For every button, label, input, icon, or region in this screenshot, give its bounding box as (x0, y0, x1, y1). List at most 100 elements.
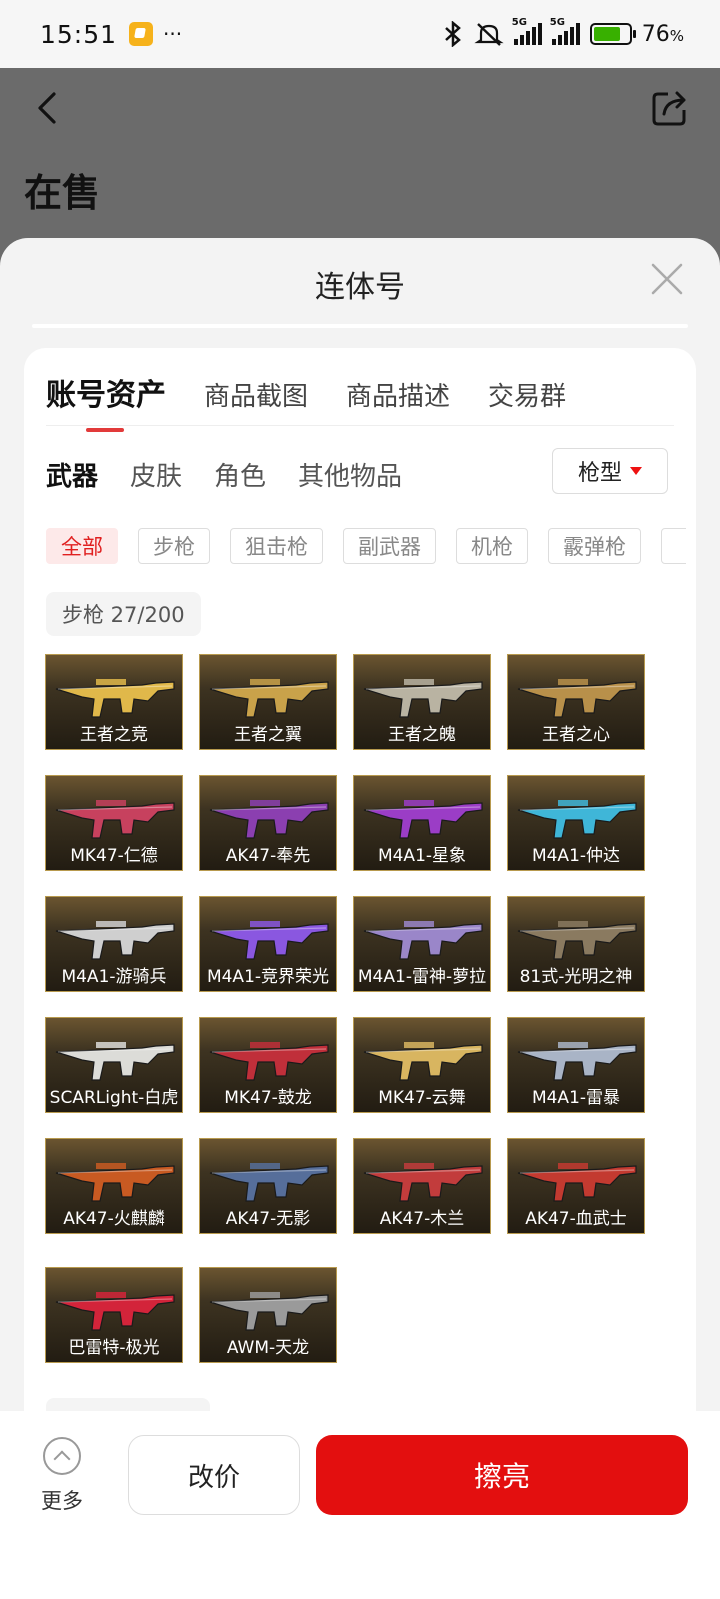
weapon-image (517, 679, 637, 718)
weapon-item[interactable]: AK47-木兰 (353, 1138, 491, 1234)
weapon-item[interactable]: M4A1-游骑兵 (45, 896, 183, 992)
weapon-image (55, 679, 175, 718)
weapon-item[interactable]: MK47-仁德 (45, 775, 183, 871)
battery-icon (589, 23, 636, 45)
gun-type-dropdown[interactable]: 枪型 (552, 448, 668, 494)
reprice-button[interactable]: 改价 (128, 1435, 300, 1515)
status-icons: 5G 5G 76% (442, 17, 684, 47)
assets-card: 账号资产 商品截图 商品描述 交易群 武器 皮肤 角色 其他物品 枪型 全部 步… (24, 348, 696, 1448)
weapon-name: AK47-奉先 (225, 846, 311, 866)
weapon-image (209, 1042, 329, 1081)
weapon-image (363, 1163, 483, 1202)
weapon-image (55, 800, 175, 839)
weapon-image (209, 1292, 329, 1331)
weapon-name: AK47-血武士 (525, 1209, 627, 1229)
chip-rifle[interactable]: 步枪 (138, 528, 210, 564)
weapon-name: 王者之心 (542, 725, 610, 745)
weapon-name: 巴雷特-极光 (68, 1338, 160, 1358)
signal-1-icon: 5G (512, 17, 542, 45)
bottom-action-bar: 更多 改价 擦亮 (0, 1411, 720, 1599)
weapon-image (517, 1042, 637, 1081)
chevron-up-icon (43, 1437, 81, 1475)
page-header: 在售 (0, 68, 720, 243)
more-button[interactable]: 更多 (34, 1437, 90, 1515)
weapon-item[interactable]: AWM-天龙 (199, 1267, 337, 1363)
subtab-characters[interactable]: 角色 (214, 456, 266, 493)
weapon-item[interactable]: M4A1-仲达 (507, 775, 645, 871)
weapon-image (517, 1163, 637, 1202)
weapon-name: M4A1-雷暴 (531, 1088, 621, 1108)
weapon-name: AWM-天龙 (226, 1338, 310, 1358)
close-icon[interactable] (650, 262, 684, 296)
weapon-name: MK47-鼓龙 (224, 1088, 312, 1108)
weapon-image (209, 679, 329, 718)
weapon-name: 81式-光明之神 (519, 967, 633, 987)
weapon-item[interactable]: MK47-鼓龙 (199, 1017, 337, 1113)
chip-machine-gun[interactable]: 机枪 (456, 528, 528, 564)
tab-trade-group[interactable]: 交易群 (488, 364, 566, 413)
weapon-item[interactable]: 王者之竞 (45, 654, 183, 750)
asset-tabs: 账号资产 商品截图 商品描述 交易群 (46, 364, 674, 432)
weapon-item[interactable]: 王者之魄 (353, 654, 491, 750)
weapon-item[interactable]: 巴雷特-极光 (45, 1267, 183, 1363)
weapon-name: M4A1-仲达 (531, 846, 621, 866)
weapon-item[interactable]: M4A1-星象 (353, 775, 491, 871)
weapon-item[interactable]: AK47-火麒麟 (45, 1138, 183, 1234)
weapon-item[interactable]: AK47-无影 (199, 1138, 337, 1234)
weapon-name: 王者之竞 (80, 725, 148, 745)
weapon-name: AK47-无影 (225, 1209, 311, 1229)
chip-sniper[interactable]: 狙击枪 (230, 528, 323, 564)
weapon-name: 王者之魄 (388, 725, 456, 745)
weapon-name: M4A1-星象 (377, 846, 467, 866)
weapon-item[interactable]: M4A1-竞界荣光 (199, 896, 337, 992)
weapon-image (363, 800, 483, 839)
subtab-weapons[interactable]: 武器 (46, 456, 98, 493)
chip-all[interactable]: 全部 (46, 528, 118, 564)
more-notifications-icon: ··· (163, 22, 183, 46)
weapon-image (55, 1163, 175, 1202)
weapon-image (363, 679, 483, 718)
chip-more[interactable] (661, 528, 686, 564)
weapon-name: M4A1-游骑兵 (61, 967, 167, 987)
battery-percent: 76% (641, 21, 684, 47)
weapon-name: AK47-木兰 (379, 1209, 465, 1229)
chip-secondary[interactable]: 副武器 (343, 528, 436, 564)
back-arrow-icon[interactable] (30, 90, 66, 126)
share-icon[interactable] (650, 88, 690, 128)
bluetooth-icon (444, 21, 461, 47)
weapon-item[interactable]: AK47-血武士 (507, 1138, 645, 1234)
weapon-item[interactable]: MK47-云舞 (353, 1017, 491, 1113)
status-bar: 15:51 ··· 5G 5G 76% (0, 0, 720, 68)
sheet-divider (32, 324, 688, 328)
weapon-name: 王者之翼 (234, 725, 302, 745)
weapon-image (363, 1042, 483, 1081)
subtab-skins[interactable]: 皮肤 (130, 456, 182, 493)
weapon-image (209, 1163, 329, 1202)
signal-2-icon: 5G (550, 17, 580, 45)
rifle-count-label: 步枪 27/200 (46, 592, 201, 636)
tab-account-assets[interactable]: 账号资产 (46, 364, 166, 432)
weapon-image (209, 921, 329, 960)
status-time: 15:51 (40, 19, 118, 49)
weapon-name: MK47-仁德 (70, 846, 158, 866)
notification-app-icon (129, 22, 154, 46)
weapon-name: MK47-云舞 (378, 1088, 466, 1108)
weapon-name: M4A1-雷神-萝拉 (357, 967, 487, 987)
chip-shotgun[interactable]: 霰弹枪 (548, 528, 641, 564)
weapon-item[interactable]: SCARLight-白虎 (45, 1017, 183, 1113)
weapon-item[interactable]: M4A1-雷神-萝拉 (353, 896, 491, 992)
weapon-name: AK47-火麒麟 (63, 1209, 165, 1229)
polish-button[interactable]: 擦亮 (316, 1435, 688, 1515)
weapon-item[interactable]: M4A1-雷暴 (507, 1017, 645, 1113)
gun-type-label: 枪型 (577, 461, 622, 486)
weapon-item[interactable]: 王者之翼 (199, 654, 337, 750)
weapon-item[interactable]: AK47-奉先 (199, 775, 337, 871)
weapon-image (363, 921, 483, 960)
tab-screenshots[interactable]: 商品截图 (204, 364, 308, 413)
weapon-item[interactable]: 81式-光明之神 (507, 896, 645, 992)
weapon-item[interactable]: 王者之心 (507, 654, 645, 750)
more-label: 更多 (41, 1489, 83, 1513)
subtab-other-items[interactable]: 其他物品 (298, 456, 402, 493)
account-sheet: 连体号 账号资产 商品截图 商品描述 交易群 武器 皮肤 角色 其他物品 枪型 … (0, 238, 720, 1599)
tab-description[interactable]: 商品描述 (346, 364, 450, 413)
